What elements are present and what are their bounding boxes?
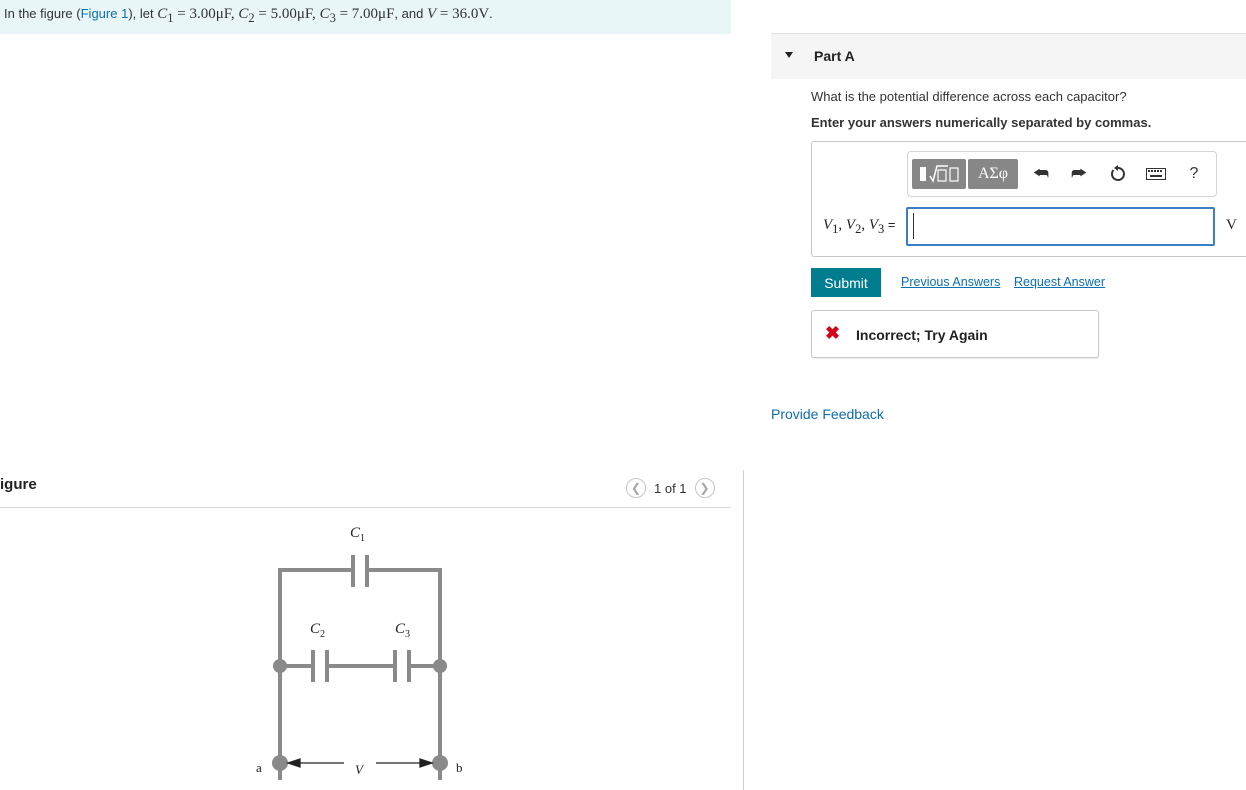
wire-left-top (278, 568, 352, 780)
c1-label: C1 (350, 525, 365, 544)
caret-down-icon[interactable] (785, 52, 793, 58)
help-button[interactable]: ? (1183, 163, 1205, 185)
question-text: What is the potential difference across … (811, 89, 1127, 104)
terminal-a-label: a (256, 760, 262, 775)
voltage-label: V (355, 762, 365, 777)
figure-divider (0, 507, 731, 508)
chevron-left-icon[interactable]: ❮ (626, 478, 646, 498)
part-a-header[interactable]: Part A (771, 33, 1246, 79)
terminal-b (432, 755, 448, 771)
wire-right-top (368, 568, 442, 780)
terminal-a (272, 755, 288, 771)
circuit-diagram: C1 C2 C3 a b V (256, 525, 463, 780)
incorrect-x-icon: ✖ (825, 323, 841, 343)
problem-statement: In the figure (Figure 1), let C1 = 3.00μ… (0, 0, 731, 34)
input-label: V1, V2, V3 = (823, 217, 896, 236)
text-cursor (913, 213, 914, 239)
figure-title: igure (0, 476, 37, 493)
answer-input[interactable] (906, 207, 1215, 246)
request-answer-link[interactable]: Request Answer (1014, 275, 1105, 289)
greek-symbols-button[interactable]: ΑΣφ (968, 159, 1018, 189)
unit-label: V (1226, 217, 1237, 233)
terminal-b-label: b (456, 760, 463, 775)
junction-right (433, 659, 447, 673)
templates-icon (920, 165, 959, 183)
c3-expression: C3 = 7.00μF (319, 6, 395, 25)
feedback-box: ✖ Incorrect; Try Again (811, 310, 1099, 358)
chevron-right-icon[interactable]: ❯ (694, 478, 715, 498)
templates-button[interactable] (912, 159, 966, 189)
c3-label: C3 (395, 621, 410, 640)
junction-left (273, 659, 287, 673)
submit-button[interactable]: Submit (811, 268, 881, 297)
reset-icon[interactable] (1107, 163, 1129, 185)
figure-pager: ❮ 1 of 1 ❯ (626, 477, 715, 499)
feedback-text: Incorrect; Try Again (856, 327, 988, 343)
undo-icon[interactable]: ⮪ (1030, 163, 1052, 185)
c2-label: C2 (310, 621, 325, 640)
provide-feedback-link[interactable]: Provide Feedback (771, 406, 884, 422)
v-arrowhead-left (285, 758, 301, 768)
c2-expression: C2 = 5.00μF, (238, 6, 320, 25)
v-expression: V = 36.0V (426, 6, 490, 22)
part-title: Part A (814, 48, 855, 64)
c1-expression: C1 = 3.00μF, (157, 6, 239, 25)
math-toolbar: ΑΣφ ⮪ ⮫ ? (907, 151, 1217, 197)
figure-page-count: 1 of 1 (654, 480, 687, 496)
keyboard-icon[interactable] (1145, 163, 1167, 185)
v-arrowhead-right (419, 758, 435, 768)
redo-icon[interactable]: ⮫ (1068, 163, 1090, 185)
figure-link[interactable]: Figure 1 (81, 6, 129, 21)
instruction-text: Enter your answers numerically separated… (811, 115, 1152, 130)
panel-divider (743, 470, 744, 790)
previous-answers-link[interactable]: Previous Answers (901, 275, 1000, 289)
problem-text: In the figure (Figure 1), let C1 = 3.00μ… (4, 6, 493, 25)
